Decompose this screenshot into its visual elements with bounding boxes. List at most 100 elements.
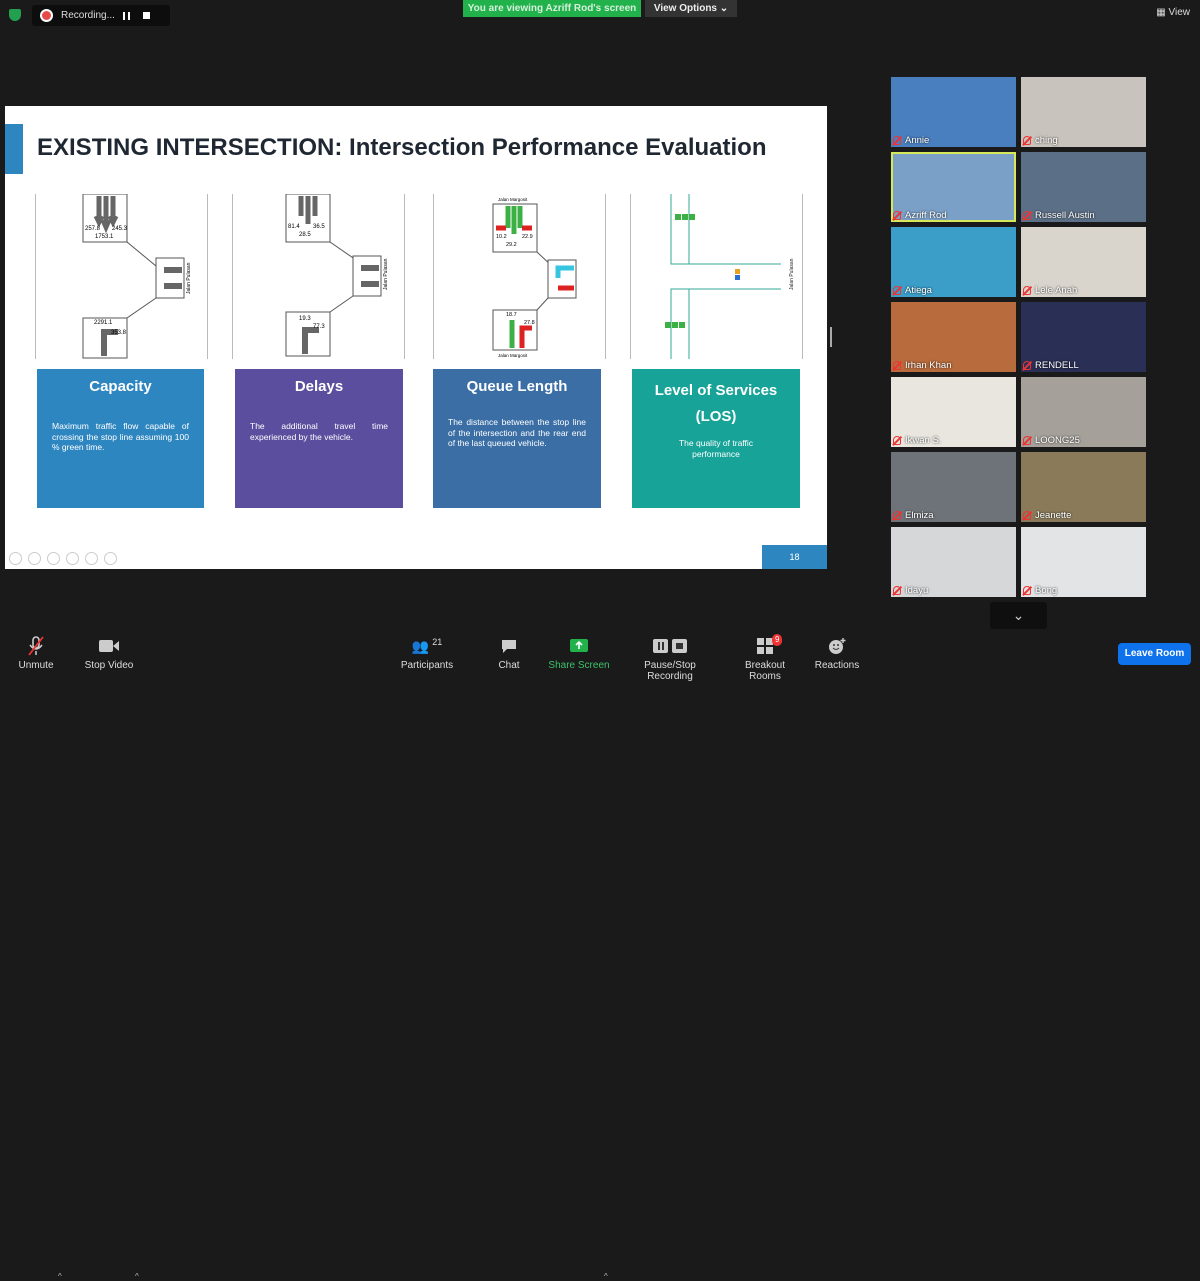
svg-text:22.9: 22.9 — [522, 234, 533, 240]
share-screen-label: Share Screen — [548, 660, 610, 671]
svg-text:353.8: 353.8 — [111, 330, 127, 336]
video-tile-active-speaker[interactable]: Azriff Rod — [891, 152, 1016, 222]
muted-mic-icon — [893, 211, 901, 220]
capacity-diagram: 257.8 245.3 1753.1 2291.1 353.8 Jalan Pula… — [35, 193, 208, 359]
los-card: Level of Services (LOS) The quality of t… — [632, 369, 800, 508]
muted-mic-icon — [893, 136, 901, 145]
muted-mic-icon — [1023, 136, 1031, 145]
stop-video-button[interactable]: Stop Video — [82, 636, 136, 671]
participant-name: Ikwan S. — [905, 435, 942, 446]
view-button[interactable]: ▦ View — [1156, 7, 1190, 18]
participant-count: 21 — [432, 637, 443, 647]
video-tile[interactable]: Elmiza — [891, 452, 1016, 522]
video-tile[interactable]: Atiega — [891, 227, 1016, 297]
participant-name: Lele Anah — [1035, 285, 1078, 296]
svg-text:18.7: 18.7 — [506, 312, 517, 318]
chevron-down-icon[interactable]: ⌄ — [990, 602, 1047, 629]
video-tile[interactable]: Irhan Khan — [891, 302, 1016, 372]
muted-mic-icon — [1023, 286, 1031, 295]
participant-name: RENDELL — [1035, 360, 1079, 371]
participant-name: Annie — [905, 135, 930, 146]
muted-mic-icon — [1023, 436, 1031, 445]
video-options-caret-icon[interactable]: ^ — [135, 1272, 139, 1281]
previous-slide-icon[interactable] — [9, 552, 22, 565]
share-screen-button[interactable]: Share Screen — [548, 636, 610, 671]
video-tile[interactable]: Ikwan S. — [891, 377, 1016, 447]
svg-text:81.4: 81.4 — [288, 224, 300, 230]
stop-recording-icon[interactable] — [143, 12, 150, 19]
breakout-rooms-button[interactable]: 9 Breakout Rooms — [728, 634, 802, 682]
unmute-label: Unmute — [18, 660, 54, 671]
delays-card: Delays The additional travel time experi… — [235, 369, 403, 508]
splitter-handle[interactable] — [830, 327, 832, 347]
muted-microphone-icon — [14, 636, 58, 656]
viewing-banner: You are viewing Azriff Rod's screen — [463, 0, 641, 17]
breakout-rooms-label: Breakout Rooms — [744, 660, 786, 682]
shared-slide: EXISTING INTERSECTION: Intersection Perf… — [5, 106, 827, 569]
video-tile[interactable]: Russell Austin — [1021, 152, 1146, 222]
card-description: The quality of traffic performance — [678, 438, 754, 459]
muted-mic-icon — [893, 436, 901, 445]
unmute-button[interactable]: Unmute — [14, 636, 58, 671]
video-tile[interactable]: Jeanette — [1021, 452, 1146, 522]
muted-mic-icon — [893, 586, 901, 595]
slides-grid-icon[interactable] — [66, 552, 79, 565]
video-tile[interactable]: RENDELL — [1021, 302, 1146, 372]
participant-name: Russell Austin — [1035, 210, 1095, 221]
pen-icon[interactable] — [47, 552, 60, 565]
chat-label: Chat — [498, 660, 520, 671]
queue-length-card: Queue Length The distance between the st… — [433, 369, 601, 508]
svg-text:36.5: 36.5 — [313, 224, 325, 230]
chat-icon — [494, 636, 524, 656]
muted-mic-icon — [1023, 511, 1031, 520]
top-bar: Recording... You are viewing Azriff Rod'… — [0, 0, 1200, 28]
card-description: The distance between the stop line of th… — [448, 417, 586, 448]
participants-button[interactable]: 👥 21 Participants — [398, 636, 456, 671]
leave-room-button[interactable]: Leave Room — [1118, 643, 1191, 665]
participant-name: ching — [1035, 135, 1058, 146]
chat-button[interactable]: Chat — [494, 636, 524, 671]
view-options-button[interactable]: View Options ⌄ — [645, 0, 737, 17]
participant-name: LOONG25 — [1035, 435, 1080, 446]
card-title: Delays — [294, 378, 344, 395]
reactions-button[interactable]: Reactions — [814, 636, 860, 671]
svg-text:Jalan Pulasan: Jalan Pulasan — [383, 258, 389, 290]
grid-icon: ▦ — [1156, 7, 1169, 18]
video-tile[interactable]: ching — [1021, 77, 1146, 147]
video-tile[interactable]: Idayu — [891, 527, 1016, 597]
svg-text:2291.1: 2291.1 — [94, 320, 113, 326]
reactions-label: Reactions — [814, 660, 860, 671]
video-tile[interactable]: Lele Anah — [1021, 227, 1146, 297]
los-diagram: Jalan Pulasan — [630, 194, 803, 359]
pause-recording-label: Pause/Stop Recording — [644, 660, 696, 682]
participants-icon: 👥 — [411, 637, 430, 654]
delays-diagram: 81.4 36.5 28.5 19.3 77.3 Jalan Pulasan — [232, 193, 405, 359]
next-slide-icon[interactable] — [28, 552, 41, 565]
share-options-caret-icon[interactable]: ^ — [604, 1272, 608, 1281]
meeting-toolbar: Unmute ^ Stop Video ^ 👥 21 Participants C… — [0, 632, 1200, 1281]
pause-stop-recording-button[interactable]: Pause/Stop Recording — [620, 636, 720, 682]
slide-page-number: 18 — [762, 545, 827, 569]
svg-text:77.3: 77.3 — [313, 324, 325, 330]
audio-options-caret-icon[interactable]: ^ — [58, 1272, 62, 1281]
smiley-plus-icon — [814, 636, 860, 656]
svg-text:19.3: 19.3 — [299, 316, 311, 322]
card-title: Capacity — [89, 378, 152, 395]
more-icon[interactable] — [104, 552, 117, 565]
pause-recording-icon[interactable] — [123, 11, 130, 20]
video-tile[interactable]: LOONG25 — [1021, 377, 1146, 447]
participant-name: Elmiza — [905, 510, 934, 521]
muted-mic-icon — [1023, 586, 1031, 595]
svg-text:27.8: 27.8 — [524, 320, 535, 326]
zoom-icon[interactable] — [85, 552, 98, 565]
capacity-card: Capacity Maximum traffic flow capable of… — [37, 369, 204, 508]
video-tile[interactable]: Bong — [1021, 527, 1146, 597]
view-label: View — [1168, 7, 1191, 18]
stop-video-label: Stop Video — [84, 660, 134, 671]
video-tile[interactable]: Annie — [891, 77, 1016, 147]
muted-mic-icon — [893, 286, 901, 295]
shield-icon[interactable] — [9, 9, 21, 21]
participant-name: Idayu — [905, 585, 929, 596]
participant-name: Azriff Rod — [905, 210, 947, 221]
card-description: Maximum traffic flow capable of crossing… — [52, 421, 189, 452]
